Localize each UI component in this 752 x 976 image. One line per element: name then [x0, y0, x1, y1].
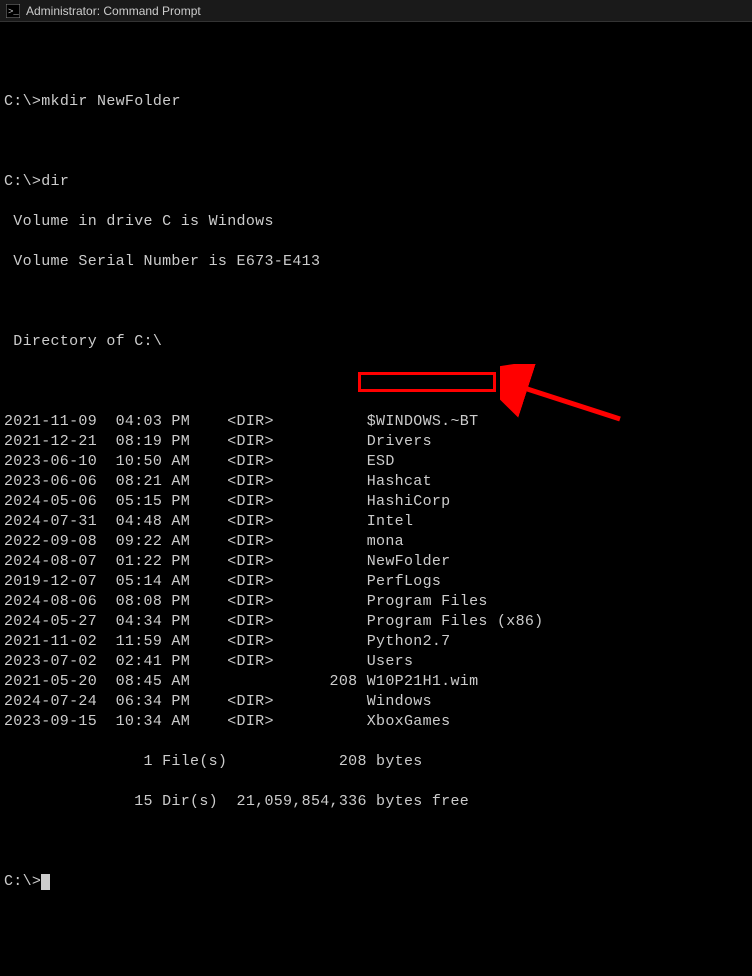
blank-line	[4, 372, 748, 392]
terminal-output[interactable]: C:\>mkdir NewFolder C:\>dir Volume in dr…	[0, 22, 752, 976]
window-titlebar: >_ Administrator: Command Prompt	[0, 0, 752, 22]
dir-entry: 2024-08-07 01:22 PM <DIR> NewFolder	[4, 552, 748, 572]
summary-files: 1 File(s) 208 bytes	[4, 752, 748, 772]
svg-text:>_: >_	[8, 7, 19, 17]
dir-entry: 2021-12-21 08:19 PM <DIR> Drivers	[4, 432, 748, 452]
prompt: C:\>	[4, 873, 41, 890]
dir-entry: 2019-12-07 05:14 AM <DIR> PerfLogs	[4, 572, 748, 592]
command-line: C:\>dir	[4, 172, 748, 192]
dir-entry: 2024-05-06 05:15 PM <DIR> HashiCorp	[4, 492, 748, 512]
dir-entry: 2022-09-08 09:22 AM <DIR> mona	[4, 532, 748, 552]
blank-line	[4, 52, 748, 72]
prompt: C:\>	[4, 173, 41, 190]
window-title: Administrator: Command Prompt	[26, 4, 201, 18]
dir-entry: 2023-07-02 02:41 PM <DIR> Users	[4, 652, 748, 672]
blank-line	[4, 832, 748, 852]
command-text: mkdir NewFolder	[41, 93, 181, 110]
dir-entry: 2023-06-10 10:50 AM <DIR> ESD	[4, 452, 748, 472]
dir-entry: 2024-07-31 04:48 AM <DIR> Intel	[4, 512, 748, 532]
blank-line	[4, 132, 748, 152]
cursor	[41, 874, 50, 890]
dir-entry: 2023-09-15 10:34 AM <DIR> XboxGames	[4, 712, 748, 732]
blank-line	[4, 292, 748, 312]
dir-entry: 2023-06-06 08:21 AM <DIR> Hashcat	[4, 472, 748, 492]
summary-dirs: 15 Dir(s) 21,059,854,336 bytes free	[4, 792, 748, 812]
dir-entry: 2021-11-02 11:59 AM <DIR> Python2.7	[4, 632, 748, 652]
volume-line: Volume in drive C is Windows	[4, 212, 748, 232]
dir-listing: 2021-11-09 04:03 PM <DIR> $WINDOWS.~BT20…	[4, 412, 748, 732]
command-line: C:\>mkdir NewFolder	[4, 92, 748, 112]
cmd-icon: >_	[6, 4, 20, 18]
dir-entry: 2024-07-24 06:34 PM <DIR> Windows	[4, 692, 748, 712]
dir-entry: 2021-11-09 04:03 PM <DIR> $WINDOWS.~BT	[4, 412, 748, 432]
dir-entry: 2021-05-20 08:45 AM 208 W10P21H1.wim	[4, 672, 748, 692]
command-text: dir	[41, 173, 69, 190]
serial-line: Volume Serial Number is E673-E413	[4, 252, 748, 272]
prompt: C:\>	[4, 93, 41, 110]
prompt-line: C:\>	[4, 872, 748, 892]
dir-entry: 2024-05-27 04:34 PM <DIR> Program Files …	[4, 612, 748, 632]
directory-of-line: Directory of C:\	[4, 332, 748, 352]
dir-entry: 2024-08-06 08:08 PM <DIR> Program Files	[4, 592, 748, 612]
